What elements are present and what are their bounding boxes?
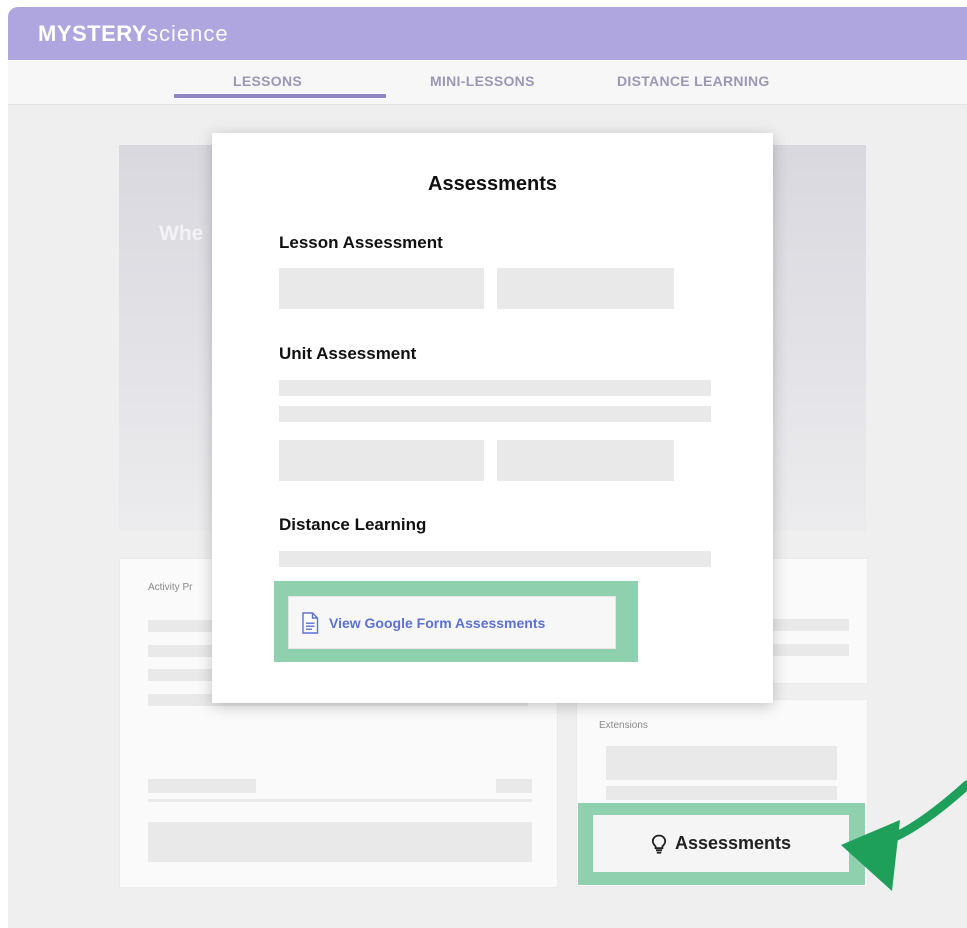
document-icon xyxy=(301,611,319,634)
top-bar: MYSTERYscience xyxy=(8,7,967,60)
skeleton-line xyxy=(767,619,849,631)
active-tab-indicator xyxy=(174,94,386,98)
extensions-card-label: Extensions xyxy=(599,720,648,731)
activity-card-label: Activity Pr xyxy=(148,582,193,593)
unit-assessment-heading: Unit Assessment xyxy=(279,344,417,363)
pointer-arrow-icon xyxy=(841,780,967,891)
unit-assessment-link-placeholder[interactable] xyxy=(279,440,484,481)
unit-assessment-link-placeholder[interactable] xyxy=(497,440,674,481)
skeleton-block xyxy=(606,746,837,780)
assessments-button[interactable]: Assessments xyxy=(593,815,849,872)
tab-lessons[interactable]: LESSONS xyxy=(233,73,302,89)
hero-title: Whe xyxy=(159,222,204,245)
modal-title: Assessments xyxy=(428,173,557,195)
skeleton-line xyxy=(279,380,711,396)
nav-bar: LESSONS MINI-LESSONS DISTANCE LEARNING xyxy=(8,60,967,105)
skeleton-line xyxy=(279,551,711,567)
assessments-button-label: Assessments xyxy=(674,833,792,853)
tab-distance-learning[interactable]: DISTANCE LEARNING xyxy=(617,73,770,89)
lesson-assessment-heading: Lesson Assessment xyxy=(279,233,443,252)
skeleton-block xyxy=(606,786,837,800)
skeleton-line xyxy=(767,644,849,656)
lesson-assessment-link-placeholder[interactable] xyxy=(497,268,674,309)
lightbulb-icon xyxy=(651,834,667,854)
app-frame: MYSTERYscience LESSONS MINI-LESSONS DIST… xyxy=(8,7,967,928)
lesson-assessment-link-placeholder[interactable] xyxy=(279,268,484,309)
assessments-modal: Assessments Lesson Assessment Unit Asses… xyxy=(212,133,773,703)
view-google-form-assessments-button[interactable]: View Google Form Assessments xyxy=(288,596,616,649)
skeleton-divider xyxy=(148,799,532,802)
skeleton-block xyxy=(148,822,532,862)
skeleton-line xyxy=(279,406,711,422)
tab-mini-lessons[interactable]: MINI-LESSONS xyxy=(430,73,535,89)
distance-learning-heading: Distance Learning xyxy=(279,515,427,534)
skeleton-line xyxy=(496,779,532,793)
mystery-science-logo[interactable]: MYSTERYscience xyxy=(38,21,229,47)
google-form-button-label: View Google Form Assessments xyxy=(329,614,546,631)
skeleton-line xyxy=(148,779,256,793)
